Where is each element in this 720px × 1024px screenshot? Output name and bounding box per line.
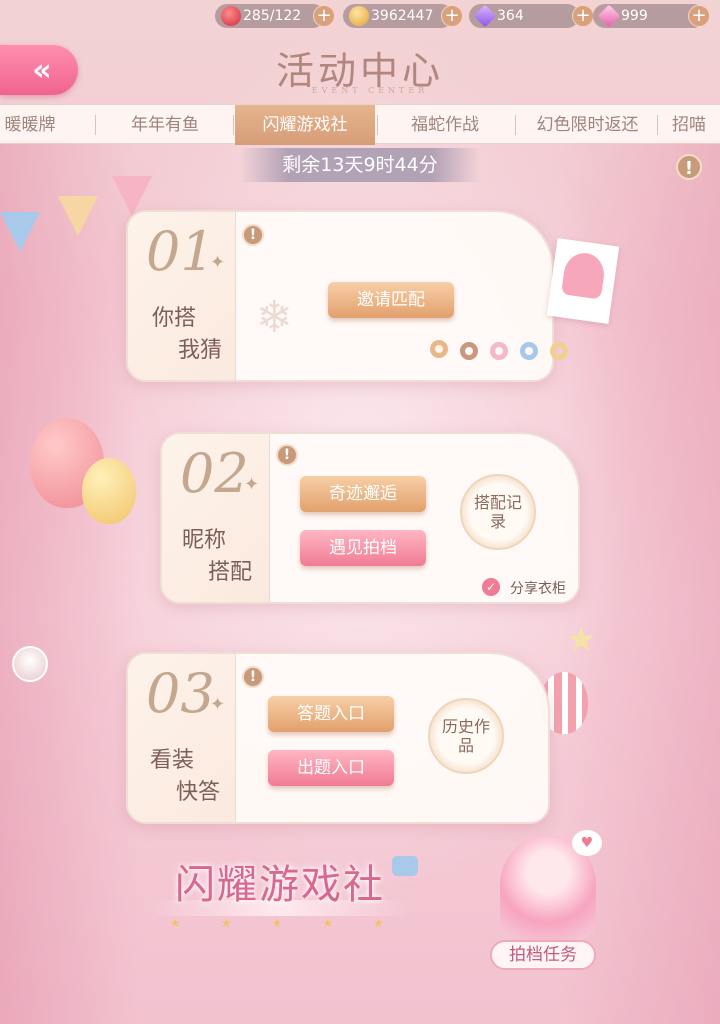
sparkle-icon: ✦: [244, 474, 260, 495]
purple-diamond-icon: [473, 4, 497, 28]
card-number-column: 02 ✦ 昵称 搭配: [162, 434, 270, 602]
tab-divider: [515, 115, 516, 135]
hanging-stars-decoration: ★★★★★: [170, 916, 424, 930]
card-info-icon[interactable]: !: [242, 224, 264, 246]
mascot-avatar[interactable]: [12, 646, 48, 682]
diamond-value: 364: [497, 8, 524, 24]
page-subtitle: EVENT CENTER: [311, 86, 429, 95]
tab-divider: [95, 115, 96, 135]
cat-coin-icon: [349, 6, 369, 26]
card-label-line2: 搭配: [208, 560, 253, 585]
card-number-column: 03 ✦ 看装 快答: [128, 654, 236, 822]
card-number-column: 01 ✦ 你搭 我猜: [128, 212, 236, 380]
card-number: 01: [146, 220, 215, 283]
countdown-timer: 剩余13天9时44分: [240, 148, 480, 182]
tab-divider: [657, 115, 658, 135]
card-label-line2: 我猜: [178, 338, 223, 363]
heart-icon: [560, 250, 607, 300]
star-decoration: ★: [566, 620, 597, 660]
stamina-value: 285/122: [243, 8, 302, 24]
back-button[interactable]: «: [0, 45, 78, 95]
share-wardrobe-label: 分享衣柜: [510, 581, 566, 597]
add-diamond-button[interactable]: +: [572, 5, 594, 27]
photo-card-decoration: [546, 238, 620, 324]
pink-diamond-icon: [597, 4, 621, 28]
activity-card-guess-outfit: 01 ✦ 你搭 我猜 ! ❄ 邀请匹配: [126, 210, 568, 382]
tab-nuannuan-card[interactable]: 暖暖牌: [0, 105, 70, 145]
bunting-flag: [0, 212, 40, 252]
stamina-counter: 285/122 +: [215, 4, 335, 28]
meet-partner-button[interactable]: 遇见拍档: [300, 530, 426, 566]
chat-bubble-icon: [392, 856, 418, 876]
card-info-icon[interactable]: !: [276, 444, 298, 466]
answer-quiz-button[interactable]: 答题入口: [268, 696, 394, 732]
create-quiz-button[interactable]: 出题入口: [268, 750, 394, 786]
tab-nian-nian-you-yu[interactable]: 年年有鱼: [105, 105, 225, 145]
heart-bubble-icon: ♥: [572, 830, 602, 856]
heart-icon: [221, 6, 241, 26]
activity-card-outfit-quiz: 03 ✦ 看装 快答 ! 答题入口 出题入口 历史作品: [126, 652, 550, 824]
tab-divider: [233, 115, 234, 135]
snowflake-icon: ❄: [256, 292, 293, 343]
brand-title: 闪耀游戏社: [175, 862, 385, 908]
tab-limited-rebate[interactable]: 幻色限时返还: [520, 105, 655, 145]
partner-task-button[interactable]: 拍档任务: [490, 940, 596, 970]
card-number: 03: [146, 662, 215, 725]
card-number: 02: [180, 442, 249, 505]
activity-card-nickname-outfit: 02 ✦ 昵称 搭配 ! 奇迹邂逅 遇见拍档 搭配记录 ✓ 分享衣柜: [160, 432, 580, 604]
card-label-line1: 昵称: [182, 528, 227, 553]
tab-shining-game-club[interactable]: 闪耀游戏社: [235, 105, 375, 145]
card-label-line1: 你搭: [152, 306, 197, 331]
resource-bar: 285/122 + 3962447 + 364 + 999 +: [215, 4, 720, 28]
coin-counter: 3962447 +: [343, 4, 463, 28]
invite-match-button[interactable]: 邀请匹配: [328, 282, 454, 318]
tab-fu-she-battle[interactable]: 福蛇作战: [385, 105, 505, 145]
back-chevron-icon: «: [32, 52, 52, 88]
add-coin-button[interactable]: +: [441, 5, 463, 27]
event-tabs: 暖暖牌 年年有鱼 闪耀游戏社 福蛇作战 幻色限时返还 招喵: [0, 104, 720, 145]
info-icon[interactable]: !: [676, 154, 702, 180]
share-checkbox[interactable]: ✓: [482, 578, 500, 596]
add-stamina-button[interactable]: +: [313, 5, 335, 27]
donut-token-icon: [490, 342, 508, 360]
diamond-counter: 364 +: [469, 4, 594, 28]
tab-divider: [377, 115, 378, 135]
balloon-decoration: [82, 458, 136, 524]
pink-diamond-value: 999: [621, 8, 648, 24]
tab-zhao-miao[interactable]: 招喵: [672, 105, 720, 145]
card-label-line2: 快答: [176, 780, 221, 805]
outfit-record-button[interactable]: 搭配记录: [460, 474, 536, 550]
coin-value: 3962447: [371, 8, 434, 24]
card-label-line1: 看装: [150, 748, 195, 773]
card-info-icon[interactable]: !: [242, 666, 264, 688]
sparkle-icon: ✦: [210, 252, 226, 273]
history-works-button[interactable]: 历史作品: [428, 698, 504, 774]
miracle-encounter-button[interactable]: 奇迹邂逅: [300, 476, 426, 512]
sparkle-icon: ✦: [210, 694, 226, 715]
donut-token-icon: [460, 342, 478, 360]
donut-token-icon: [520, 342, 538, 360]
cat-token-icon: [430, 340, 448, 358]
pink-diamond-counter: 999 +: [593, 4, 710, 28]
donut-token-icon: [550, 342, 568, 360]
bunting-flag: [58, 196, 98, 236]
add-pink-diamond-button[interactable]: +: [688, 5, 710, 27]
